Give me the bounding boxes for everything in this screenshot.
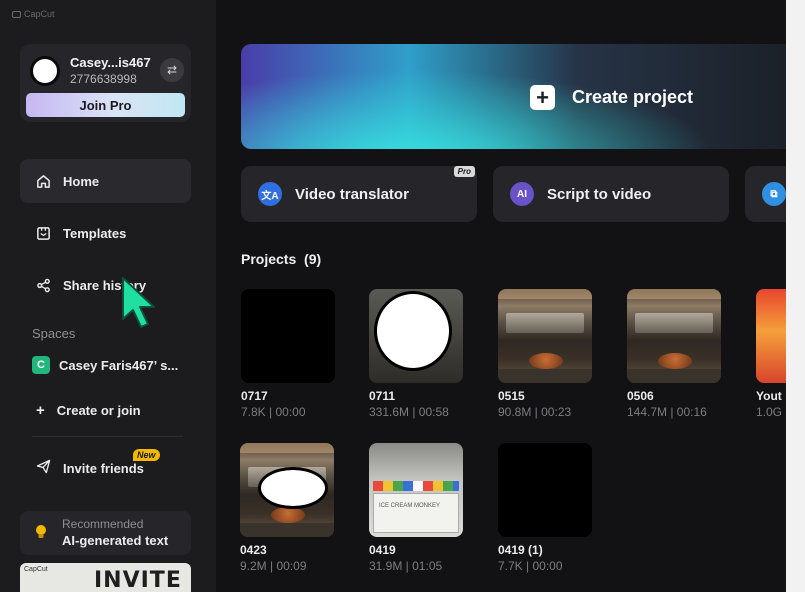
project-thumbnail[interactable]: ICE CREAM MONKEY	[369, 443, 463, 537]
project-thumbnail[interactable]	[369, 289, 463, 383]
project-name: 0717	[241, 389, 268, 403]
space-label: Casey Faris467’ s...	[59, 357, 179, 373]
invite-banner[interactable]: CapCut INVITE	[20, 563, 191, 592]
project-thumbnail[interactable]	[627, 289, 721, 383]
project-name: 0423	[240, 543, 267, 557]
projects-heading: Projects (9)	[241, 251, 321, 267]
sidebar-item-label: Templates	[63, 225, 127, 241]
project-card[interactable]: 0515 90.8M | 00:23	[498, 289, 592, 419]
projects-title: Projects	[241, 251, 297, 267]
sidebar-item-templates[interactable]: Templates	[20, 211, 191, 255]
tool-button-3[interactable]: ⧉	[745, 166, 786, 222]
project-meta: 7.7K | 00:00	[498, 559, 563, 573]
project-name: 0515	[498, 389, 525, 403]
project-meta: 9.2M | 00:09	[240, 559, 307, 573]
account-name: Casey...is467	[70, 55, 151, 70]
sidebar-item-share-history[interactable]: Share history	[20, 263, 191, 307]
project-thumbnail[interactable]	[498, 443, 592, 537]
account-id: 2776638998	[70, 72, 137, 86]
project-name: Yout	[756, 389, 782, 403]
brand-name: CapCut	[24, 9, 55, 19]
create-or-join-label: Create or join	[56, 403, 141, 418]
video-translator-button[interactable]: 文A Video translator Pro	[241, 166, 477, 222]
clapper-text: ICE CREAM MONKEY	[379, 503, 441, 509]
project-name: 0419 (1)	[498, 543, 543, 557]
project-name: 0419	[369, 543, 396, 557]
project-meta: 144.7M | 00:16	[627, 405, 707, 419]
avatar[interactable]	[30, 56, 60, 86]
project-thumbnail[interactable]	[498, 289, 592, 383]
plus-icon: +	[36, 402, 45, 419]
project-thumbnail[interactable]	[756, 289, 786, 383]
project-card[interactable]: 0419 (1) 7.7K | 00:00	[498, 443, 592, 573]
join-pro-button[interactable]: Join Pro	[26, 93, 185, 117]
send-icon	[36, 459, 51, 477]
switch-account-button[interactable]: ⇄	[160, 58, 184, 82]
project-thumbnail[interactable]	[241, 289, 335, 383]
recommended-card[interactable]: Recommended AI-generated text	[20, 511, 191, 555]
create-or-join-button[interactable]: + Create or join	[36, 402, 141, 419]
sidebar-item-label: Home	[63, 173, 100, 189]
templates-icon	[35, 225, 51, 241]
sidebar: CapCut Casey...is467 2776638998 ⇄ Join P…	[0, 0, 216, 592]
account-card: Casey...is467 2776638998 ⇄ Join Pro	[20, 44, 191, 122]
main-content: + Create project 文A Video translator Pro…	[216, 0, 786, 592]
project-card[interactable]: Yout 1.0G	[756, 289, 786, 419]
divider	[32, 436, 183, 437]
redacted-face	[258, 467, 328, 509]
project-thumbnail[interactable]	[240, 443, 334, 537]
project-meta: 90.8M | 00:23	[498, 405, 572, 419]
project-meta: 31.9M | 01:05	[369, 559, 443, 573]
swap-icon: ⇄	[166, 63, 178, 77]
space-item[interactable]: C Casey Faris467’ s...	[32, 356, 178, 374]
recommended-label: Recommended	[62, 517, 144, 531]
invite-friends-button[interactable]: Invite friends	[36, 459, 144, 477]
translate-icon: 文A	[258, 182, 282, 206]
space-badge: C	[32, 356, 50, 374]
project-card[interactable]: 0423 9.2M | 00:09	[240, 443, 334, 573]
home-icon	[35, 173, 51, 189]
tool-label: Video translator	[295, 185, 409, 203]
plus-icon: +	[530, 85, 555, 110]
project-card[interactable]: 0717 7.8K | 00:00	[241, 289, 335, 419]
project-name: 0506	[627, 389, 654, 403]
window-edge	[786, 0, 805, 592]
new-badge: New	[133, 449, 160, 461]
project-meta: 1.0G	[756, 405, 783, 419]
banner-brand: CapCut	[24, 566, 48, 573]
project-card[interactable]: 0506 144.7M | 00:16	[627, 289, 721, 419]
invite-friends-label: Invite friends	[63, 460, 144, 476]
share-icon	[35, 277, 51, 293]
mouse-cursor-icon	[122, 277, 155, 328]
project-name: 0711	[369, 389, 396, 403]
sidebar-item-home[interactable]: Home	[20, 159, 191, 203]
project-card[interactable]: ICE CREAM MONKEY 0419 31.9M | 01:05	[369, 443, 463, 573]
tool-label: Script to video	[547, 185, 652, 203]
project-meta: 7.8K | 00:00	[241, 405, 306, 419]
projects-count: (9)	[304, 251, 322, 267]
lightbulb-icon	[34, 524, 48, 540]
capcut-logo: CapCut	[12, 9, 55, 19]
ai-script-icon: AI	[510, 182, 534, 206]
capcut-logo-icon	[12, 10, 21, 18]
banner-text: INVITE	[94, 568, 182, 592]
copy-icon: ⧉	[762, 182, 786, 206]
project-meta: 331.6M | 00:58	[369, 405, 449, 419]
redacted-face	[374, 291, 452, 371]
create-project-label: Create project	[572, 87, 694, 107]
project-card[interactable]: 0711 331.6M | 00:58	[369, 289, 463, 419]
spaces-heading: Spaces	[32, 326, 76, 341]
create-project-banner[interactable]: + Create project	[241, 44, 786, 149]
recommended-title: AI-generated text	[62, 533, 169, 548]
script-to-video-button[interactable]: AI Script to video	[493, 166, 729, 222]
pro-badge: Pro	[453, 166, 475, 177]
